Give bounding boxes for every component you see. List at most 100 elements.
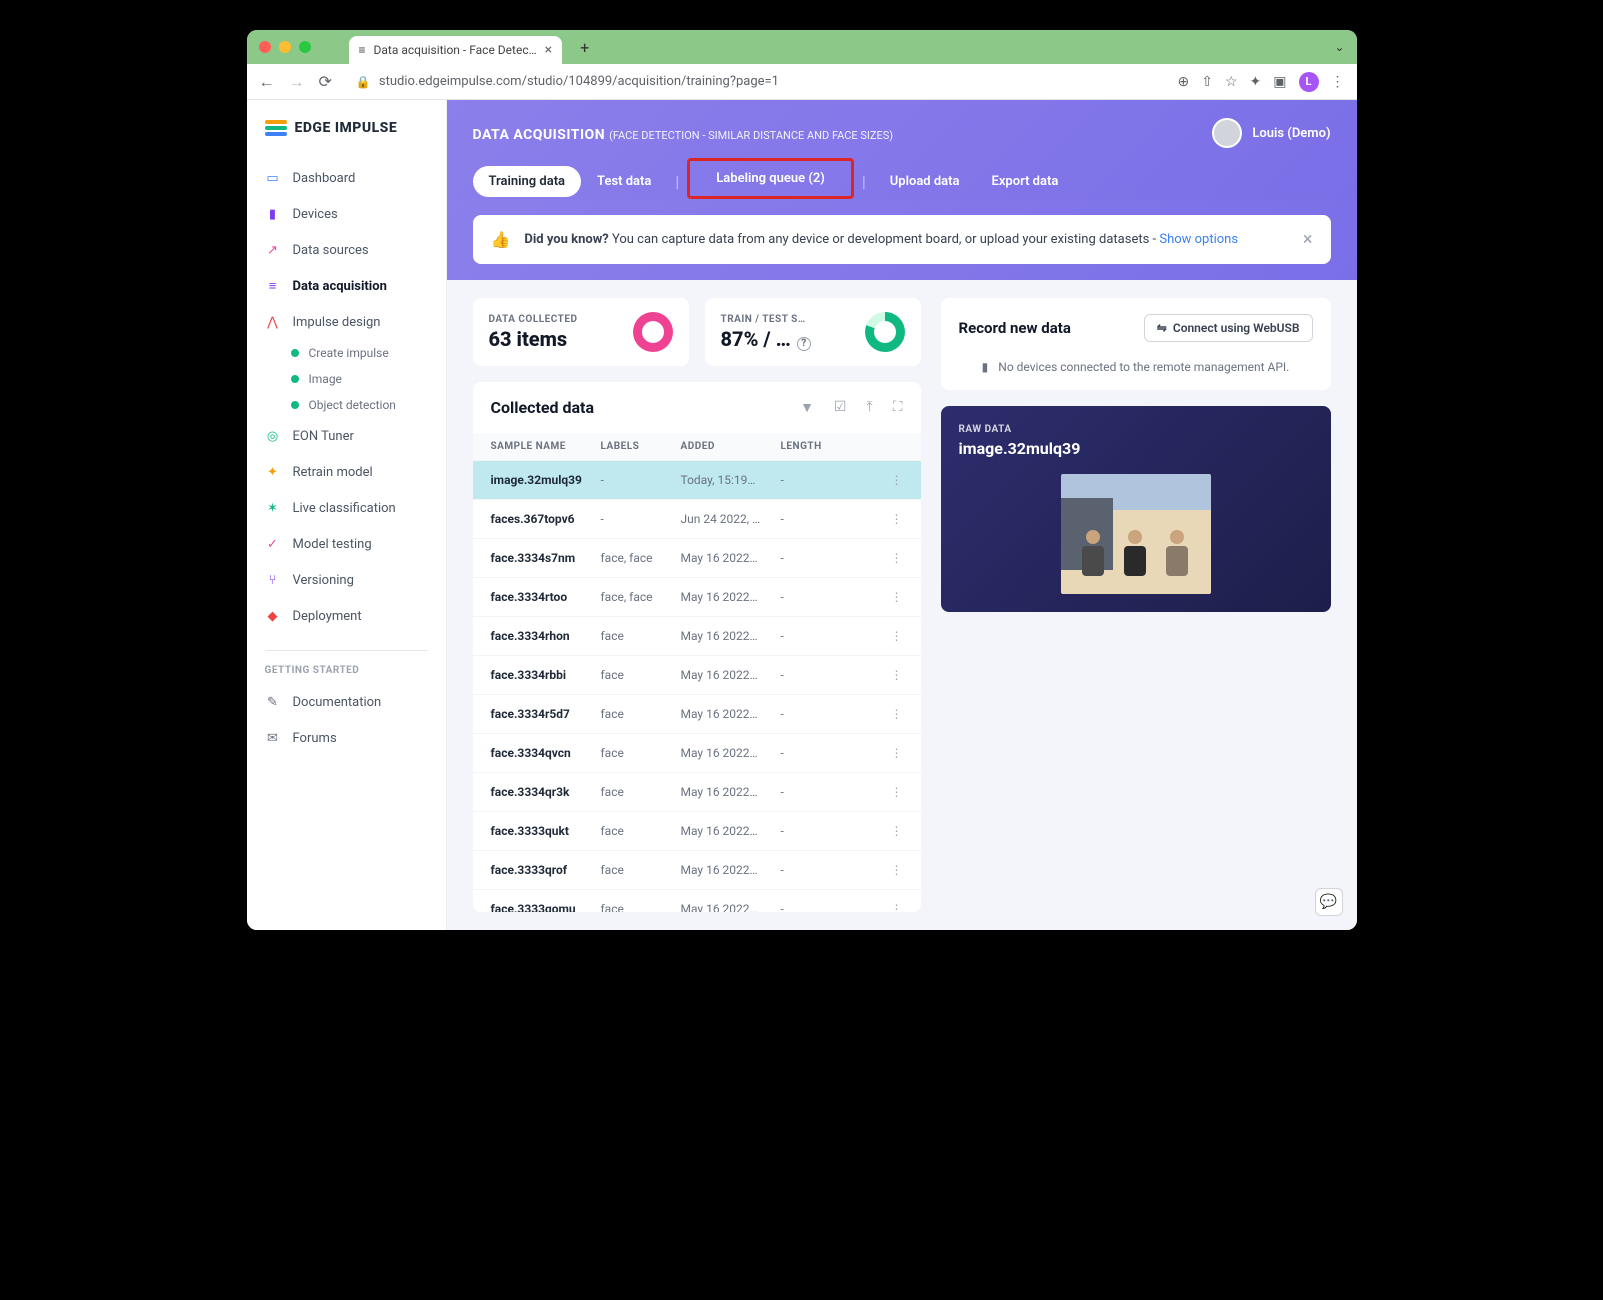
table-row[interactable]: faces.367topv6-Jun 24 2022, …-⋮ <box>473 499 921 538</box>
table-row[interactable]: face.3334qvcnfaceMay 16 2022…-⋮ <box>473 733 921 772</box>
connect-webusb-button[interactable]: ⇋Connect using WebUSB <box>1144 314 1313 342</box>
section-label: GETTING STARTED <box>247 657 446 684</box>
sample-labels: face <box>601 746 681 760</box>
user-name: Louis (Demo) <box>1252 126 1330 141</box>
table-row[interactable]: face.3333quktfaceMay 16 2022…-⋮ <box>473 811 921 850</box>
sidebar-item-retrain-model[interactable]: ✦Retrain model <box>247 454 446 490</box>
collected-data-table: Collected data ▼ ☑ ⤒ ⛶ SAMPLE NAME LABEL… <box>473 382 921 912</box>
highlight-box: Labeling queue (2) <box>687 158 854 199</box>
header: DATA ACQUISITION (FACE DETECTION - SIMIL… <box>447 100 1357 199</box>
nav-icon: ◆ <box>265 608 281 624</box>
sidebar-item-data-acquisition[interactable]: ≡Data acquisition <box>247 268 446 304</box>
tab-labeling-queue[interactable]: Labeling queue (2) <box>700 163 841 194</box>
menu-icon[interactable]: ⋮ <box>1331 74 1345 90</box>
row-menu-icon[interactable]: ⋮ <box>891 707 903 721</box>
tab-export-data[interactable]: Export data <box>976 166 1075 197</box>
extensions-icon[interactable]: ✦ <box>1250 74 1262 90</box>
nav-label: Live classification <box>293 501 396 516</box>
panel-title: Record new data <box>959 319 1071 337</box>
row-menu-icon[interactable]: ⋮ <box>891 863 903 877</box>
expand-icon[interactable]: ⛶ <box>893 399 903 416</box>
sidebar-sub-create-impulse[interactable]: Create impulse <box>247 340 446 366</box>
feedback-button[interactable]: 💬 <box>1315 888 1343 916</box>
sidebar-item-deployment[interactable]: ◆Deployment <box>247 598 446 634</box>
close-window[interactable] <box>259 41 271 53</box>
sidebar-item-versioning[interactable]: ⑂Versioning <box>247 562 446 598</box>
table-row[interactable]: face.3333qroffaceMay 16 2022…-⋮ <box>473 850 921 889</box>
forward-icon: → <box>289 72 305 92</box>
row-menu-icon[interactable]: ⋮ <box>891 824 903 838</box>
record-panel: Record new data ⇋Connect using WebUSB ▮ … <box>941 298 1331 390</box>
tab-training-data[interactable]: Training data <box>473 166 582 197</box>
row-menu-icon[interactable]: ⋮ <box>891 590 903 604</box>
sidebar-item-documentation[interactable]: ✎Documentation <box>247 684 446 720</box>
upload-icon[interactable]: ⤒ <box>866 399 872 416</box>
sidebar-sub-object-detection[interactable]: Object detection <box>247 392 446 418</box>
table-row[interactable]: face.3334r5d7faceMay 16 2022…-⋮ <box>473 694 921 733</box>
table-title: Collected data <box>491 398 595 417</box>
row-menu-icon[interactable]: ⋮ <box>891 785 903 799</box>
notice-text: Did you know? You can capture data from … <box>524 232 1238 247</box>
main: DATA ACQUISITION (FACE DETECTION - SIMIL… <box>447 100 1357 930</box>
sidebar-item-impulse-design[interactable]: ⋀Impulse design <box>247 304 446 340</box>
sidebar-item-forums[interactable]: ✉Forums <box>247 720 446 756</box>
sidebar-item-eon-tuner[interactable]: ◎EON Tuner <box>247 418 446 454</box>
sidebar-item-model-testing[interactable]: ✓Model testing <box>247 526 446 562</box>
sidebar-item-live-classification[interactable]: ✶Live classification <box>247 490 446 526</box>
tab-test-data[interactable]: Test data <box>581 166 667 197</box>
logo[interactable]: EDGE IMPULSE <box>247 120 446 160</box>
nav-icon: ✓ <box>265 536 281 552</box>
row-menu-icon[interactable]: ⋮ <box>891 746 903 760</box>
minimize-window[interactable] <box>279 41 291 53</box>
row-menu-icon[interactable]: ⋮ <box>891 473 903 487</box>
sample-length: - <box>781 590 821 604</box>
zoom-icon[interactable]: ⊕ <box>1178 74 1190 90</box>
sidebar-item-devices[interactable]: ▮Devices <box>247 196 446 232</box>
sample-length: - <box>781 902 821 912</box>
sidebar-item-dashboard[interactable]: ▭Dashboard <box>247 160 446 196</box>
panel-icon[interactable]: ▣ <box>1273 74 1286 90</box>
sample-length: - <box>781 785 821 799</box>
row-menu-icon[interactable]: ⋮ <box>891 551 903 565</box>
donut-chart-icon <box>865 312 905 352</box>
profile-avatar[interactable]: L <box>1299 72 1319 92</box>
new-tab-icon[interactable]: + <box>580 38 589 57</box>
table-row[interactable]: image.32mulq39-Today, 15:19…-⋮ <box>473 460 921 499</box>
notice: 👍 Did you know? You can capture data fro… <box>473 215 1331 264</box>
table-row[interactable]: face.3334rbbifaceMay 16 2022…-⋮ <box>473 655 921 694</box>
sidebar-sub-image[interactable]: Image <box>247 366 446 392</box>
close-tab-icon[interactable]: × <box>545 42 552 58</box>
sidebar-item-data-sources[interactable]: ↗Data sources <box>247 232 446 268</box>
table-row[interactable]: face.3333qomufaceMay 16 2022…-⋮ <box>473 889 921 912</box>
back-icon[interactable]: ← <box>259 72 275 92</box>
table-row[interactable]: face.3334rhonfaceMay 16 2022…-⋮ <box>473 616 921 655</box>
maximize-window[interactable] <box>299 41 311 53</box>
no-devices-message: ▮ No devices connected to the remote man… <box>959 360 1313 374</box>
tab-list-icon[interactable]: ⌄ <box>1334 40 1344 54</box>
row-menu-icon[interactable]: ⋮ <box>891 668 903 682</box>
show-options-link[interactable]: Show options <box>1159 232 1238 247</box>
browser-tab[interactable]: ≡ Data acquisition - Face Detec… × <box>349 36 563 64</box>
user-chip[interactable]: Louis (Demo) <box>1212 118 1330 148</box>
sample-name: face.3334rbbi <box>491 668 601 682</box>
help-icon[interactable]: ? <box>797 337 811 351</box>
sample-labels: face <box>601 707 681 721</box>
bookmark-icon[interactable]: ☆ <box>1225 74 1238 90</box>
stat-label: TRAIN / TEST S… <box>721 314 811 325</box>
table-row[interactable]: face.3334s7nmface, faceMay 16 2022…-⋮ <box>473 538 921 577</box>
table-row[interactable]: face.3334rtooface, faceMay 16 2022…-⋮ <box>473 577 921 616</box>
reload-icon[interactable]: ⟳ <box>319 72 332 91</box>
sample-length: - <box>781 707 821 721</box>
row-menu-icon[interactable]: ⋮ <box>891 629 903 643</box>
logo-mark <box>265 120 287 136</box>
row-menu-icon[interactable]: ⋮ <box>891 512 903 526</box>
row-menu-icon[interactable]: ⋮ <box>891 902 903 912</box>
share-icon[interactable]: ⇧ <box>1201 74 1213 90</box>
url-field[interactable]: 🔒 studio.edgeimpulse.com/studio/104899/a… <box>346 70 1164 93</box>
sample-name: face.3334s7nm <box>491 551 601 565</box>
tab-upload-data[interactable]: Upload data <box>874 166 976 197</box>
filter-icon[interactable]: ▼ <box>800 399 814 416</box>
select-icon[interactable]: ☑ <box>834 399 847 416</box>
table-row[interactable]: face.3334qr3kfaceMay 16 2022…-⋮ <box>473 772 921 811</box>
close-notice-icon[interactable]: × <box>1303 229 1313 250</box>
